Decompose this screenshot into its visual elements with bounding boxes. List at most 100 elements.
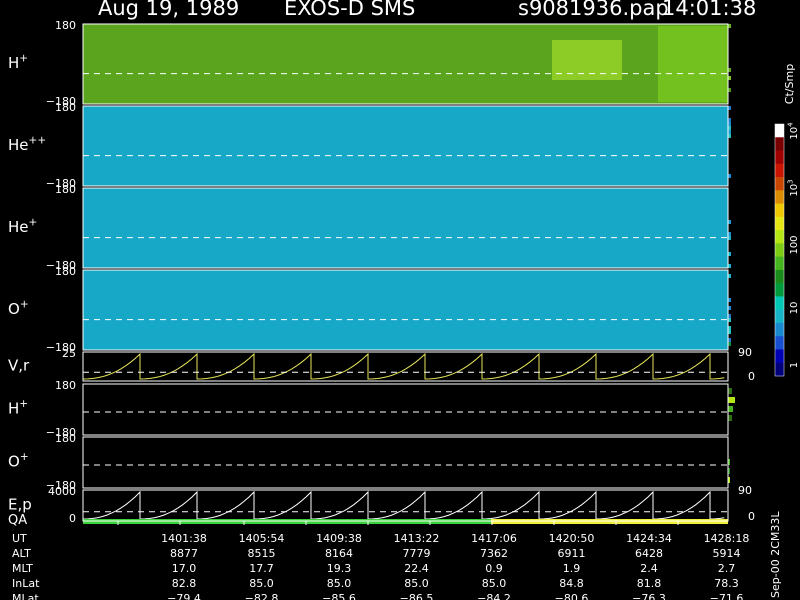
ephemeris-value: 82.8 — [172, 577, 197, 590]
ephemeris-value: 2.7 — [718, 562, 736, 575]
ytick-max: 180 — [55, 265, 76, 278]
colorbar-swatch — [775, 296, 784, 311]
panel-label: H+ — [8, 398, 28, 418]
ytick-right-max: 90 — [738, 484, 752, 497]
panel-5: H+180−180 — [8, 379, 729, 439]
ytick-min: 0 — [69, 512, 76, 525]
panel-label: E,p — [8, 496, 32, 514]
panel-label: H+ — [8, 52, 28, 72]
ephemeris-label: ALT — [12, 547, 31, 560]
ephemeris-value: 1.9 — [563, 562, 581, 575]
ytick-right-max: 90 — [738, 346, 752, 359]
panel-label: V,r — [8, 357, 30, 375]
ephemeris-value: −71.6 — [710, 592, 744, 600]
panel-background — [83, 188, 728, 268]
ephemeris-table: UT 1401:38 1405:54 1409:38 1413:22 1417:06 142… — [12, 532, 749, 600]
ephemeris-value: −84.2 — [477, 592, 511, 600]
colorbar-swatch — [775, 150, 784, 165]
ephemeris-value: 2.4 — [640, 562, 658, 575]
colorbar-swatch — [775, 137, 784, 152]
colorbar-swatch — [775, 190, 784, 205]
panel-1: He++180−180 — [8, 101, 729, 190]
ephemeris-value: 1409:38 — [316, 532, 362, 545]
ephemeris-value: 85.0 — [482, 577, 507, 590]
ephemeris-value: −79.4 — [167, 592, 201, 600]
ephemeris-label: UT — [12, 532, 27, 545]
colorbar-swatch — [775, 216, 784, 231]
panel-0: H+180−180 — [8, 19, 729, 108]
ephemeris-value: 7362 — [480, 547, 508, 560]
colorbar-swatch — [775, 362, 784, 377]
ephemeris-value: 78.3 — [714, 577, 739, 590]
ephemeris-value: 1417:06 — [471, 532, 517, 545]
colorbar-tick: 1 — [789, 362, 800, 368]
colorbar-swatch — [775, 163, 784, 178]
panel-background — [83, 437, 728, 488]
footer-stamp: Sep-00 2CM33L — [769, 511, 782, 598]
ephemeris-value: 1424:34 — [626, 532, 672, 545]
colorbar: Ct/Smp 1 10 100 103 104 — [774, 64, 800, 377]
ytick-right-min: 0 — [748, 370, 755, 383]
colorbar-swatch — [775, 283, 784, 297]
colorbar-swatch — [775, 309, 784, 324]
colorbar-swatch — [775, 230, 784, 244]
ephemeris-value: 1428:18 — [704, 532, 750, 545]
panel-label: O+ — [8, 451, 29, 471]
ephemeris-value: 19.3 — [327, 562, 352, 575]
ephemeris-value: 1413:22 — [394, 532, 440, 545]
panel-background — [83, 270, 728, 350]
colorbar-swatch — [775, 336, 784, 350]
ytick-max: 180 — [55, 19, 76, 32]
colorbar-tick: 104 — [787, 122, 800, 140]
ytick-max: 180 — [55, 379, 76, 392]
panel-label: O+ — [8, 298, 29, 318]
ephemeris-value: 22.4 — [404, 562, 429, 575]
ephemeris-value: −85.6 — [322, 592, 356, 600]
colorbar-swatch — [775, 269, 784, 284]
ephemeris-value: 85.0 — [249, 577, 274, 590]
ephemeris-label: MLat — [12, 592, 39, 600]
panel-label: He+ — [8, 216, 37, 236]
ytick-max: 180 — [55, 101, 76, 114]
ephemeris-value: 6428 — [635, 547, 663, 560]
ephemeris-value: 8515 — [248, 547, 276, 560]
colorbar-tick: 103 — [787, 179, 800, 196]
colorbar-swatch — [775, 322, 784, 337]
ephemeris-value: 1405:54 — [239, 532, 285, 545]
colorbar-swatch — [775, 177, 784, 191]
panel-label-qa: QA — [8, 513, 27, 528]
panel-background — [83, 490, 728, 521]
ephemeris-value: −80.6 — [555, 592, 589, 600]
ytick-max: 4000 — [48, 485, 76, 498]
panel-7: E,pQA 4000 0 90 0 — [8, 484, 755, 528]
ephemeris-value: 84.8 — [559, 577, 584, 590]
panel-background — [83, 106, 728, 186]
chart-canvas: H+180−180He++180−180He+180−180O+180−180V… — [8, 19, 800, 600]
panel-background — [83, 384, 728, 435]
ephemeris-value: −82.8 — [245, 592, 279, 600]
panel-background — [83, 352, 728, 381]
ephemeris-label: MLT — [12, 562, 33, 575]
ephemeris-value: −76.3 — [632, 592, 666, 600]
ephemeris-value: 7779 — [403, 547, 431, 560]
ytick-max: 180 — [55, 183, 76, 196]
ephemeris-value: 5914 — [713, 547, 741, 560]
colorbar-swatch — [775, 349, 784, 364]
colorbar-swatch — [775, 243, 784, 258]
ephemeris-value: 17.7 — [249, 562, 274, 575]
ephemeris-value: 85.0 — [327, 577, 352, 590]
colorbar-tick: 100 — [789, 235, 800, 254]
intensity-patch — [658, 26, 728, 102]
panel-background — [83, 24, 728, 104]
colorbar-swatch — [775, 256, 784, 271]
panel-3: O+180−180 — [8, 265, 729, 354]
colorbar-title: Ct/Smp — [783, 64, 796, 104]
panel-4: V,r 25 90 0 — [8, 346, 755, 383]
ytick-right-min: 0 — [748, 510, 755, 523]
ephemeris-value: 81.8 — [637, 577, 662, 590]
panel-6: O+180−180 — [8, 432, 729, 492]
ephemeris-value: 8164 — [325, 547, 353, 560]
ephemeris-value: 0.9 — [485, 562, 503, 575]
ephemeris-value: 8877 — [170, 547, 198, 560]
ephemeris-value: 85.0 — [404, 577, 429, 590]
